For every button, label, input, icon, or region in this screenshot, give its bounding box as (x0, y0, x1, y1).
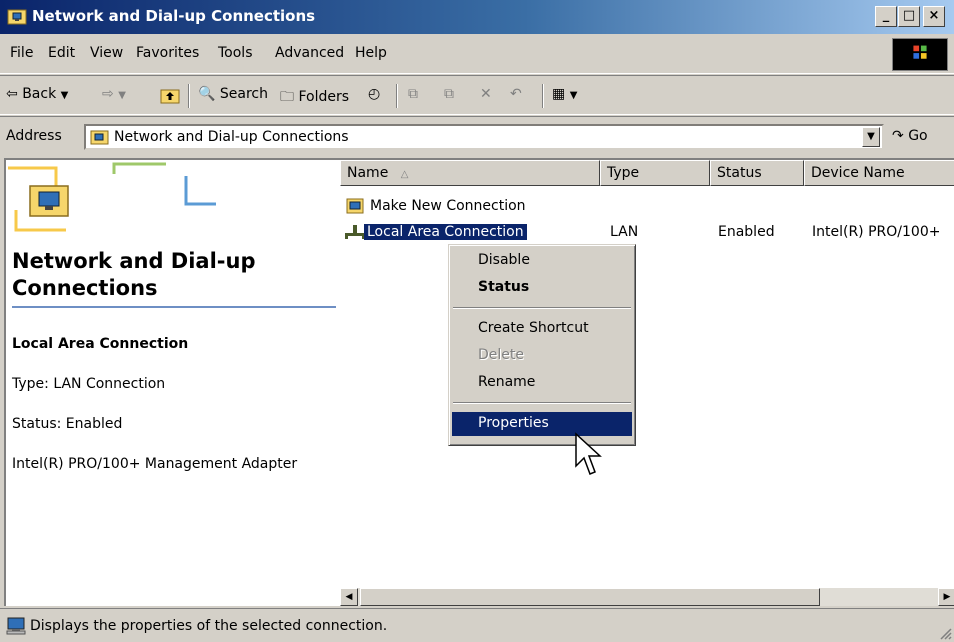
go-arrow-icon: ↷ (892, 128, 904, 144)
menu-item-rename[interactable]: Rename (452, 371, 632, 395)
folders-label: Folders (298, 89, 350, 105)
list-item[interactable]: Make New Connection (340, 196, 954, 218)
sort-ascending-icon: △ (400, 169, 409, 180)
views-dropdown-icon: ▼ (569, 90, 578, 101)
list-item-selected[interactable]: Local Area Connection LAN Enabled Intel(… (340, 222, 954, 244)
item-name: Make New Connection (370, 198, 526, 214)
move-to-icon: ⧉ (408, 86, 418, 102)
forward-arrow-icon: ⇨ (102, 86, 114, 102)
pane-divider (12, 306, 336, 308)
menu-item-properties[interactable]: Properties (452, 412, 632, 436)
undo-button[interactable]: ↶ (510, 86, 522, 102)
menu-item-create-shortcut[interactable]: Create Shortcut (452, 317, 632, 341)
selected-item-name: Local Area Connection (12, 336, 189, 352)
toolbar-separator (396, 84, 398, 108)
back-dropdown-icon: ▼ (60, 90, 69, 101)
menu-item-status[interactable]: Status (452, 276, 632, 300)
item-name: Local Area Connection (364, 224, 527, 240)
search-label: Search (219, 86, 268, 102)
status-text: Displays the properties of the selected … (30, 618, 388, 634)
up-folder-icon[interactable] (160, 85, 180, 105)
toolbar-separator (188, 84, 190, 108)
delete-icon: ✕ (480, 86, 492, 102)
computer-icon (6, 617, 26, 635)
toolbar-separator (542, 84, 544, 108)
forward-button[interactable]: ⇨ ▼ (102, 86, 126, 102)
column-name-label: Name (347, 165, 389, 181)
delete-button[interactable]: ✕ (480, 86, 492, 102)
history-button[interactable]: ◴ (368, 86, 380, 102)
status-bar: Displays the properties of the selected … (0, 608, 954, 642)
column-header-type[interactable]: Type (600, 160, 710, 186)
resize-grip-icon[interactable] (938, 626, 952, 640)
lan-connection-icon (345, 225, 365, 239)
scroll-thumb[interactable] (360, 588, 820, 606)
menu-advanced[interactable]: Advanced (275, 45, 344, 61)
address-input[interactable]: Network and Dial-up Connections ▼ (84, 124, 884, 150)
column-header-device-name[interactable]: Device Name (804, 160, 954, 186)
menu-edit[interactable]: Edit (48, 45, 75, 61)
scroll-left-button[interactable]: ◀ (340, 588, 358, 606)
menu-separator (453, 402, 631, 404)
menu-favorites[interactable]: Favorites (136, 45, 199, 61)
item-status: Enabled (718, 224, 775, 240)
item-device: Intel(R) PRO/100+ (812, 224, 941, 240)
window-title: Network and Dial-up Connections (32, 7, 316, 25)
network-folder-icon (7, 9, 27, 25)
menu-tools[interactable]: Tools (218, 45, 253, 61)
copy-to-icon: ⧉ (444, 86, 454, 102)
column-header-status[interactable]: Status (710, 160, 804, 186)
search-icon: 🔍 (198, 86, 216, 102)
menu-view[interactable]: View (90, 45, 123, 61)
connections-list: Name △ Type Status Device Name Make New … (340, 160, 954, 590)
scroll-right-button[interactable]: ▶ (938, 588, 954, 606)
network-folder-icon (90, 130, 109, 145)
menu-file[interactable]: File (10, 45, 33, 61)
copy-to-button[interactable]: ⧉ (444, 86, 454, 102)
move-to-button[interactable]: ⧉ (408, 86, 418, 102)
minimize-button[interactable]: _ (875, 6, 897, 27)
views-button[interactable]: ▦ ▼ (552, 86, 577, 102)
close-button[interactable]: × (923, 6, 945, 27)
undo-icon: ↶ (510, 86, 522, 102)
menu-bar: File Edit View Favorites Tools Advanced … (0, 34, 954, 74)
mouse-cursor-icon (575, 432, 602, 475)
address-value: Network and Dial-up Connections (114, 129, 349, 145)
windows-logo-icon (892, 38, 948, 71)
make-new-connection-icon (346, 198, 364, 214)
address-bar: Address Network and Dial-up Connections … (0, 116, 954, 156)
folders-button[interactable]: 🗀 Folders (280, 86, 349, 110)
back-arrow-icon: ⇦ (6, 86, 18, 102)
selected-item-status: Status: Enabled (12, 416, 123, 432)
selected-item-device: Intel(R) PRO/100+ Management Adapter (12, 456, 298, 472)
menu-help[interactable]: Help (355, 45, 387, 61)
title-bar[interactable]: Network and Dial-up Connections _ □ × (0, 0, 954, 34)
horizontal-scrollbar[interactable]: ◀ ▶ (340, 588, 954, 606)
menu-item-disable[interactable]: Disable (452, 249, 632, 273)
selected-item-type: Type: LAN Connection (12, 376, 166, 392)
maximize-button[interactable]: □ (898, 6, 920, 27)
search-button[interactable]: 🔍 Search (198, 86, 268, 102)
history-icon: ◴ (368, 86, 381, 102)
forward-dropdown-icon: ▼ (118, 90, 126, 101)
address-dropdown-button[interactable]: ▼ (862, 127, 880, 147)
go-button[interactable]: ↷ Go (892, 128, 928, 144)
views-icon: ▦ (552, 86, 566, 102)
context-menu: Disable Status Create Shortcut Delete Re… (448, 244, 636, 446)
column-header-name[interactable]: Name △ (340, 160, 600, 186)
item-type: LAN (610, 224, 639, 240)
explorer-window: Network and Dial-up Connections _ □ × Fi… (0, 0, 954, 642)
network-folder-icon (8, 162, 216, 232)
standard-toolbar: ⇦ Back ▼ ⇨ ▼ 🔍 Search 🗀 Folders ◴ ⧉ ⧉ ✕ … (0, 75, 954, 115)
address-label: Address (6, 128, 62, 144)
back-label: Back (22, 86, 57, 102)
menu-separator (453, 307, 631, 309)
go-label: Go (908, 128, 928, 144)
menu-item-delete[interactable]: Delete (452, 344, 632, 368)
back-button[interactable]: ⇦ Back ▼ (6, 86, 68, 102)
folders-icon: 🗀 (280, 89, 294, 105)
web-view-pane: Network and Dial-up Connections Local Ar… (6, 160, 338, 606)
pane-title: Network and Dial-up Connections (12, 249, 256, 300)
